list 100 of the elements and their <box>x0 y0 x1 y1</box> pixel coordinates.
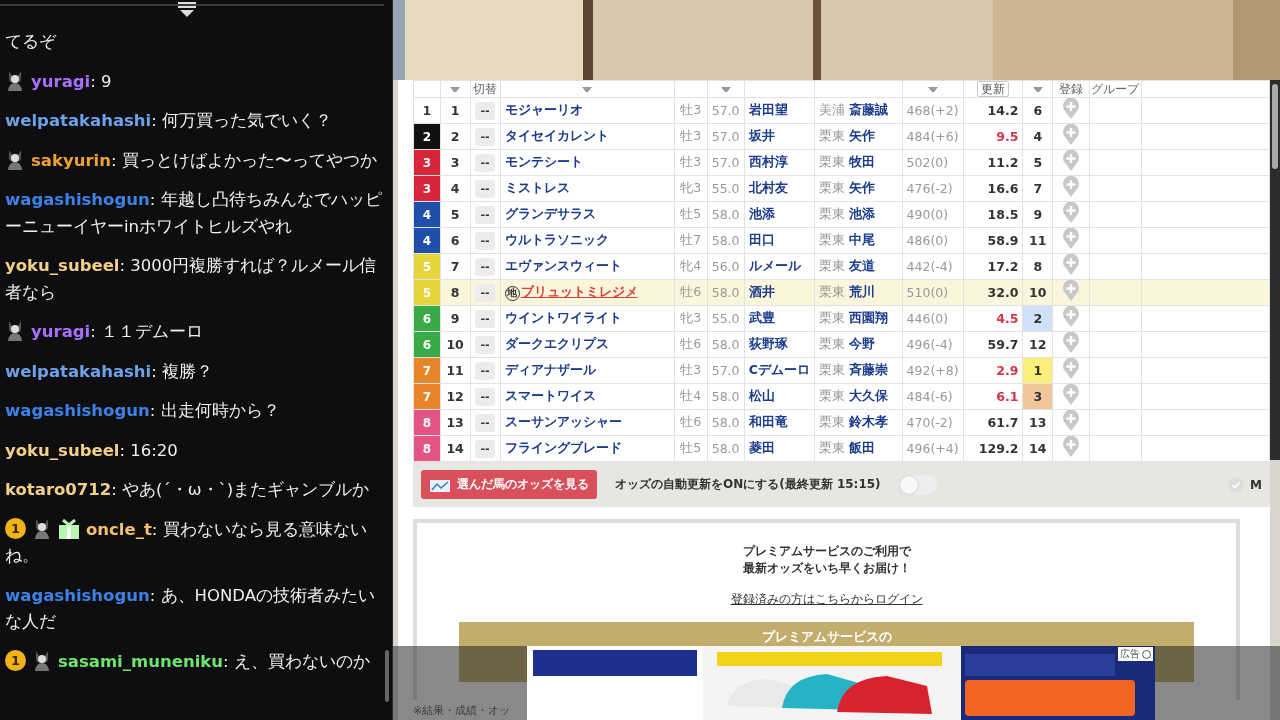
sex-age: 牝3 <box>680 310 702 325</box>
odds-value: 9.5 <box>996 129 1019 144</box>
toggle-button[interactable]: -- <box>475 205 495 224</box>
trainer-name[interactable]: 牧田 <box>849 154 876 169</box>
chat-message: welpatakahashi: 複勝？ <box>5 360 215 383</box>
add-pin-icon[interactable] <box>1062 384 1080 406</box>
carried-weight: 58.0 <box>711 441 740 456</box>
add-pin-icon[interactable] <box>1062 280 1080 302</box>
trainer-name[interactable]: 友道 <box>849 258 876 273</box>
add-pin-icon[interactable] <box>1062 410 1080 432</box>
toggle-button[interactable]: -- <box>475 153 495 172</box>
gate-number: 1 <box>413 97 441 124</box>
sort-caret-icon[interactable] <box>720 87 731 93</box>
sort-caret-icon[interactable] <box>927 87 938 93</box>
toggle-button[interactable]: -- <box>475 231 495 250</box>
horse-number: 13 <box>440 409 471 436</box>
horse-number: 2 <box>440 123 471 150</box>
carried-weight: 58.0 <box>711 337 740 352</box>
toggle-button[interactable]: -- <box>475 101 495 120</box>
horse-number: 7 <box>440 253 471 280</box>
add-pin-icon[interactable] <box>1062 202 1080 224</box>
horse-name-link[interactable]: ブリュットミレジメ <box>520 284 638 299</box>
stable-region: 栗東 <box>818 180 845 195</box>
horse-number: 6 <box>440 227 471 254</box>
ad-banner[interactable]: 広告 <box>527 646 1155 720</box>
horse-number: 8 <box>440 279 471 306</box>
sex-age: 牡5 <box>680 206 702 221</box>
toggle-button[interactable]: -- <box>475 361 495 380</box>
trainer-name[interactable]: 飯田 <box>849 440 876 455</box>
add-pin-icon[interactable] <box>1062 306 1080 328</box>
toggle-button[interactable]: -- <box>475 179 495 198</box>
gate-number: 2 <box>413 123 441 150</box>
sort-caret-icon[interactable] <box>1032 87 1043 93</box>
body-weight: 502(0) <box>906 155 949 170</box>
toggle-button[interactable]: -- <box>475 413 495 432</box>
odds-value: 14.2 <box>987 103 1019 118</box>
add-pin-icon[interactable] <box>1062 332 1080 354</box>
gift-icon <box>58 518 80 539</box>
trainer-name[interactable]: 大久保 <box>849 388 889 403</box>
sort-caret-icon[interactable] <box>582 87 593 93</box>
chat-message: welpatakahashi: 何万買った気でいく？ <box>5 110 334 132</box>
odds-value: 16.6 <box>987 181 1019 196</box>
body-weight: 446(0) <box>906 311 949 326</box>
odds-value: 59.7 <box>987 337 1019 352</box>
sex-age: 牡3 <box>680 128 702 143</box>
toggle-button[interactable]: -- <box>475 309 495 328</box>
body-weight: 490(0) <box>906 207 949 222</box>
check-icon[interactable] <box>1228 476 1245 493</box>
avatar-icon <box>5 319 25 341</box>
chat-message: てるぞ <box>5 31 58 53</box>
view-odds-button[interactable]: 選んだ馬のオッズを見る <box>421 470 597 499</box>
chat-message: kotaro0712: やあ(´・ω・`)またギャンブルか <box>5 479 371 501</box>
option-label: M <box>1250 477 1262 492</box>
toggle-button[interactable]: -- <box>475 439 495 458</box>
chat-message: wagashishogun: 年越し凸待ちみんなでハッピーニューイヤーinホワイトヒルズやれ <box>5 189 383 238</box>
add-pin-icon[interactable] <box>1062 358 1080 380</box>
ad-label: 広告 <box>1118 647 1153 661</box>
refresh-button[interactable]: 更新 <box>977 81 1009 97</box>
trainer-name[interactable]: 中尾 <box>849 232 876 247</box>
odds-value: 17.2 <box>987 259 1019 274</box>
sex-age: 牡6 <box>680 414 702 429</box>
auto-update-switch[interactable] <box>898 474 937 495</box>
carried-weight: 57.0 <box>711 129 740 144</box>
body-weight: 476(-2) <box>906 181 953 196</box>
toggle-button[interactable]: -- <box>475 387 495 406</box>
add-pin-icon[interactable] <box>1062 176 1080 198</box>
trainer-name[interactable]: 荒川 <box>849 284 876 299</box>
body-weight: 468(+2) <box>906 103 959 118</box>
toggle-button[interactable]: -- <box>475 283 495 302</box>
trainer-name[interactable]: 矢作 <box>849 128 876 143</box>
carried-weight: 58.0 <box>711 415 740 430</box>
trainer-name[interactable]: 鈴木孝 <box>849 414 889 429</box>
toggle-button[interactable]: -- <box>475 127 495 146</box>
trainer-name[interactable]: 池添 <box>849 206 876 221</box>
trainer-name[interactable]: 西園翔 <box>849 310 889 325</box>
chat-message: yuragi: １１デムーロ <box>5 319 392 359</box>
add-pin-icon[interactable] <box>1062 436 1080 458</box>
trainer-name[interactable]: 斉藤崇 <box>849 362 889 377</box>
sort-caret-icon[interactable] <box>450 87 461 93</box>
add-pin-icon[interactable] <box>1062 228 1080 250</box>
scroll-down-icon[interactable] <box>176 0 198 18</box>
horse-number: 3 <box>440 149 471 176</box>
add-pin-icon[interactable] <box>1062 124 1080 146</box>
trainer-name[interactable]: 斎藤誠 <box>849 102 889 117</box>
toggle-button[interactable]: -- <box>475 335 495 354</box>
odds-value: 129.2 <box>978 441 1019 456</box>
stable-region: 栗東 <box>818 206 845 221</box>
chat-message: sakyurin: 買っとけばよかった〜ってやつか <box>5 147 392 187</box>
add-pin-icon[interactable] <box>1062 150 1080 172</box>
add-pin-icon[interactable] <box>1062 254 1080 276</box>
toggle-button[interactable]: -- <box>475 257 495 276</box>
horse-number: 11 <box>440 357 471 384</box>
sex-age: 牡6 <box>680 284 702 299</box>
stable-region: 栗東 <box>818 440 845 455</box>
login-link[interactable]: 登録済みの方はこちらからログイン <box>730 591 923 608</box>
carried-weight: 58.0 <box>711 207 740 222</box>
add-pin-icon[interactable] <box>1062 98 1080 120</box>
trainer-name[interactable]: 今野 <box>849 336 876 351</box>
body-weight: 484(+6) <box>906 129 959 144</box>
trainer-name[interactable]: 矢作 <box>849 180 876 195</box>
